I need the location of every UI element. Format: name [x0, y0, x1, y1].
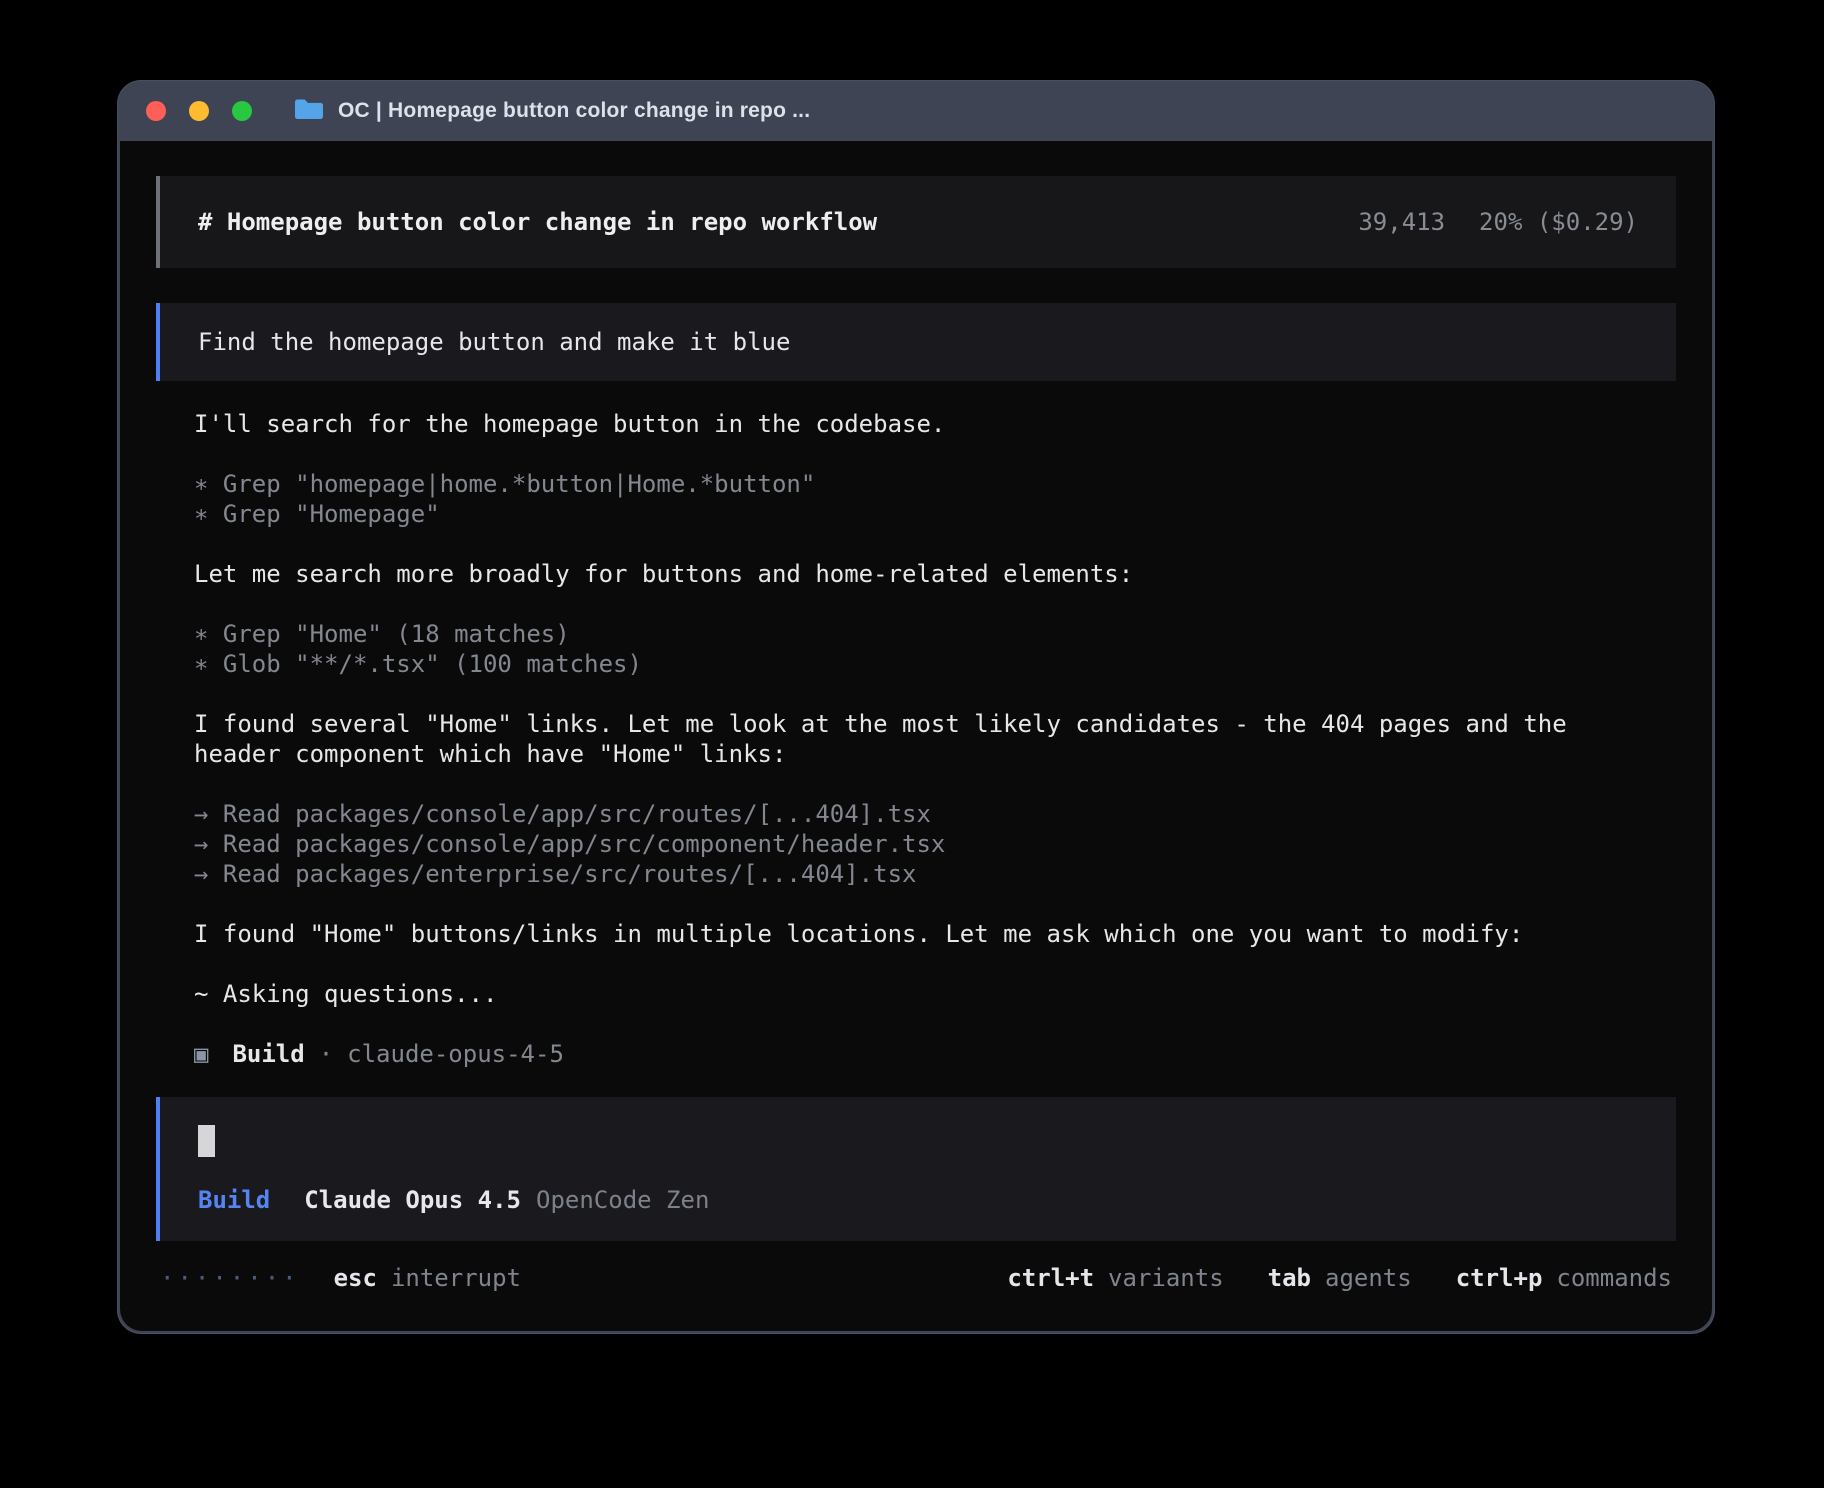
assistant-message: I found several "Home" links. Let me loo…	[194, 709, 1676, 769]
tool-call: ∗ Grep "Home" (18 matches)	[194, 619, 1676, 649]
status-line: ▣ Build · claude-opus-4-5	[194, 1039, 1676, 1069]
tool-call: → Read packages/console/app/src/componen…	[194, 829, 1676, 859]
conversation: I'll search for the homepage button in t…	[156, 381, 1676, 1069]
token-count: 39,413	[1358, 207, 1445, 237]
minimize-button[interactable]	[189, 101, 209, 121]
footer-left: ········ esc interrupt	[160, 1263, 521, 1293]
assistant-status-message: ~ Asking questions...	[194, 979, 1676, 1009]
folder-icon	[294, 97, 324, 125]
footer: ········ esc interrupt ctrl+t variants t…	[156, 1263, 1676, 1293]
shortcut-variants: ctrl+t variants	[1007, 1263, 1223, 1293]
mode-label[interactable]: Build	[198, 1185, 270, 1215]
title-group: OC | Homepage button color change in rep…	[294, 97, 810, 125]
input-meta: Build Claude Opus 4.5 OpenCode Zen	[198, 1185, 1638, 1215]
spinner-dots: ········	[160, 1263, 300, 1293]
shortcut-agents: tab agents	[1268, 1263, 1412, 1293]
tool-call: ∗ Glob "**/*.tsx" (100 matches)	[194, 649, 1676, 679]
traffic-lights	[146, 101, 252, 121]
context-usage: 20% ($0.29)	[1479, 207, 1638, 237]
shortcut-commands: ctrl+p commands	[1456, 1263, 1672, 1293]
provider-label: OpenCode Zen	[536, 1185, 709, 1215]
window-title: OC | Homepage button color change in rep…	[338, 99, 810, 123]
input-cursor	[198, 1125, 215, 1157]
session-title: # Homepage button color change in repo w…	[198, 207, 877, 237]
zoom-button[interactable]	[232, 101, 252, 121]
shortcut-esc-label: interrupt	[391, 1263, 521, 1293]
tool-call-group: ∗ Grep "homepage|home.*button|Home.*butt…	[194, 469, 1676, 529]
shortcut-esc-key: esc	[334, 1263, 377, 1293]
tool-call-group: → Read packages/console/app/src/routes/[…	[194, 799, 1676, 889]
tool-call: → Read packages/console/app/src/routes/[…	[194, 799, 1676, 829]
model-label[interactable]: Claude Opus 4.5	[304, 1185, 521, 1215]
assistant-message: I'll search for the homepage button in t…	[194, 409, 1676, 439]
session-header: # Homepage button color change in repo w…	[156, 176, 1676, 268]
tool-call: ∗ Grep "Homepage"	[194, 499, 1676, 529]
tool-call: ∗ Grep "homepage|home.*button|Home.*butt…	[194, 469, 1676, 499]
user-message-text: Find the homepage button and make it blu…	[198, 327, 790, 357]
session-stats: 39,413 20% ($0.29)	[1358, 207, 1638, 237]
footer-right: ctrl+t variants tab agents ctrl+p comman…	[1007, 1263, 1672, 1293]
status-separator: ·	[319, 1039, 333, 1069]
tool-call-group: ∗ Grep "Home" (18 matches) ∗ Glob "**/*.…	[194, 619, 1676, 679]
agent-icon: ▣	[194, 1039, 208, 1069]
close-button[interactable]	[146, 101, 166, 121]
prompt-input[interactable]: Build Claude Opus 4.5 OpenCode Zen	[156, 1097, 1676, 1241]
assistant-message: I found "Home" buttons/links in multiple…	[194, 919, 1676, 949]
agent-name: Build	[232, 1039, 304, 1069]
terminal-window: OC | Homepage button color change in rep…	[117, 80, 1715, 1334]
assistant-message: Let me search more broadly for buttons a…	[194, 559, 1676, 589]
terminal-content: # Homepage button color change in repo w…	[120, 141, 1712, 1331]
titlebar: OC | Homepage button color change in rep…	[118, 81, 1714, 141]
tool-call: → Read packages/enterprise/src/routes/[.…	[194, 859, 1676, 889]
user-message: Find the homepage button and make it blu…	[156, 303, 1676, 381]
model-name: claude-opus-4-5	[347, 1039, 564, 1069]
